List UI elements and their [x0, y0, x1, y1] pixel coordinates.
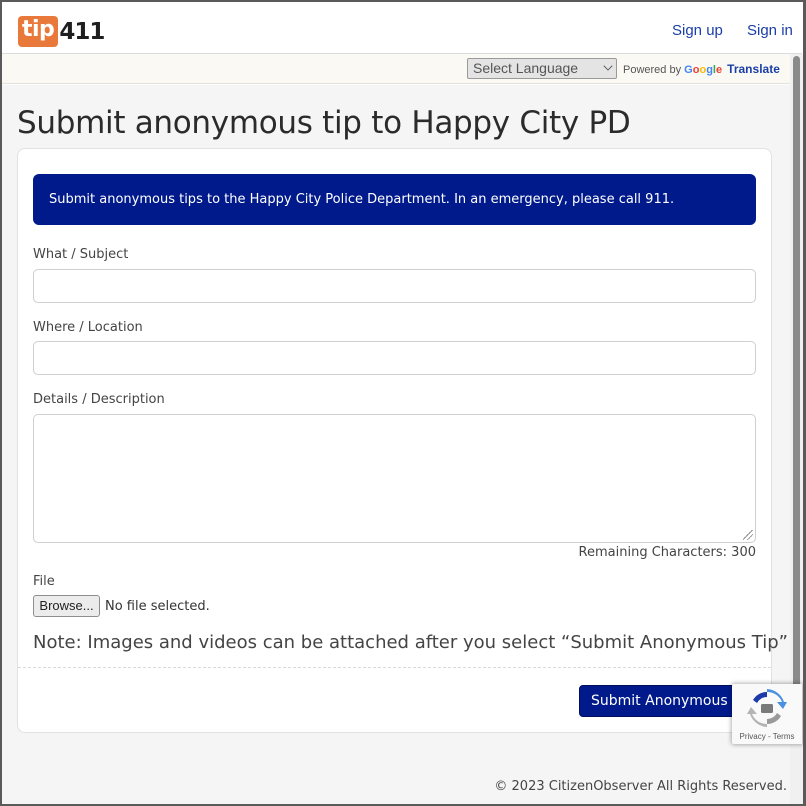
subject-label: What / Subject — [33, 247, 129, 262]
footer-copyright: © 2023 CitizenObserver All Rights Reserv… — [494, 779, 787, 794]
browse-button[interactable]: Browse... — [33, 595, 100, 617]
details-textarea[interactable] — [33, 414, 756, 543]
translate-link[interactable]: Translate — [727, 62, 780, 76]
form-divider — [18, 667, 771, 668]
subject-input[interactable] — [33, 269, 756, 303]
chevron-down-icon — [603, 61, 613, 71]
page-title: Submit anonymous tip to Happy City PD — [17, 105, 631, 141]
details-label: Details / Description — [33, 392, 165, 407]
file-label: File — [33, 574, 55, 589]
recaptcha-terms[interactable]: Privacy - Terms — [732, 732, 802, 741]
top-header: tip 411 Sign up Sign in — [2, 2, 802, 54]
tip411-logo[interactable]: tip 411 — [18, 16, 105, 47]
logo-tip-text: tip — [18, 16, 59, 47]
recaptcha-icon — [747, 689, 787, 727]
submit-tip-button[interactable]: Submit Anonymous Tip — [579, 685, 749, 717]
powered-prefix: Powered by — [623, 64, 682, 76]
location-input[interactable] — [33, 341, 756, 375]
attachment-note: Note: Images and videos can be attached … — [33, 632, 788, 653]
remaining-characters: Remaining Characters: 300 — [578, 545, 756, 560]
powered-by-google: Powered by Google Translate — [623, 62, 780, 76]
recaptcha-badge[interactable]: Privacy - Terms — [732, 684, 802, 744]
scrollbar-thumb[interactable] — [793, 56, 800, 738]
location-label: Where / Location — [33, 320, 143, 335]
info-banner: Submit anonymous tips to the Happy City … — [33, 174, 756, 225]
signup-link[interactable]: Sign up — [672, 22, 723, 39]
logo-num-text: 411 — [59, 18, 105, 45]
language-select-label: Select Language — [473, 60, 579, 76]
google-logo-text: Google — [684, 64, 723, 76]
language-select[interactable]: Select Language — [467, 58, 617, 79]
resize-grip-icon[interactable] — [743, 530, 753, 540]
signin-link[interactable]: Sign in — [747, 22, 793, 39]
no-file-text: No file selected. — [105, 599, 210, 614]
translate-bar: Select Language Powered by Google Transl… — [2, 54, 790, 84]
